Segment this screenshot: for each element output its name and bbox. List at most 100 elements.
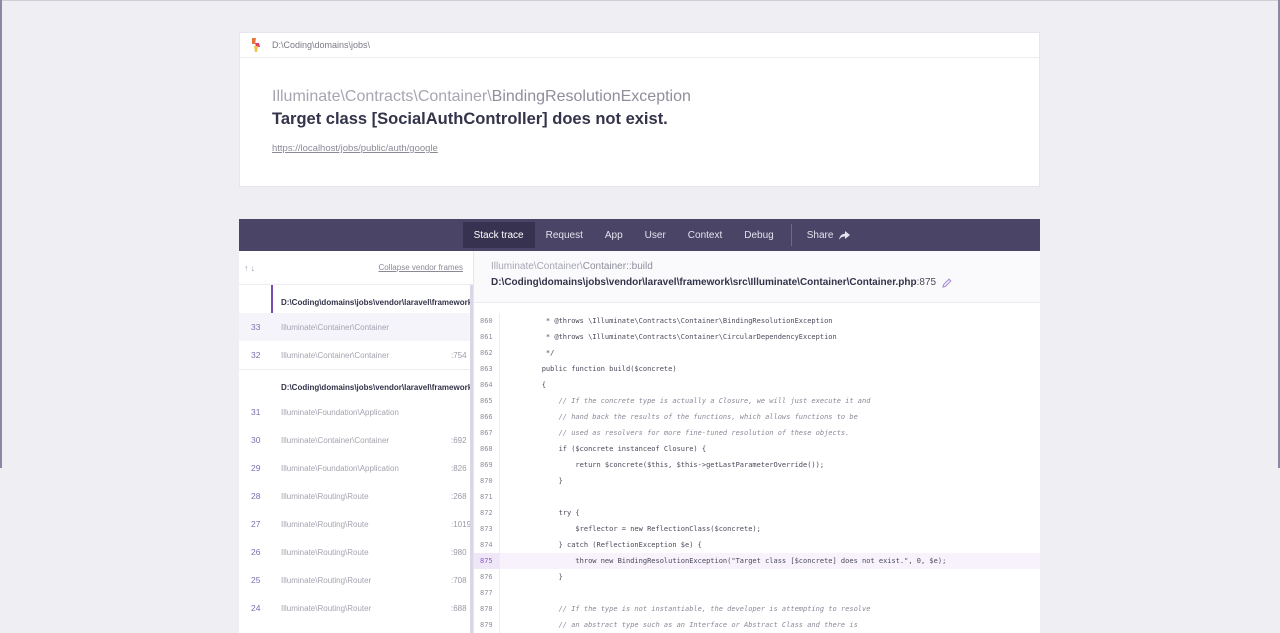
code-line: 878 // If the type is not instantiable, … (474, 601, 1040, 617)
line-number[interactable]: 872 (474, 505, 500, 521)
line-source: throw new BindingResolutionException("Ta… (508, 557, 947, 565)
tab-debug[interactable]: Debug (733, 222, 784, 248)
share-button[interactable]: Share (796, 222, 862, 248)
line-number[interactable]: 860 (474, 313, 500, 329)
code-line: 861 * @throws \Illuminate\Contracts\Cont… (474, 329, 1040, 345)
stack-frame-31[interactable]: 31 Illuminate\Foundation\Application (239, 398, 473, 426)
line-number[interactable]: 873 (474, 521, 500, 537)
ignition-logo-icon (252, 38, 260, 52)
code-line: 876 } (474, 569, 1040, 585)
frame-number: 30 (251, 435, 261, 445)
line-source: // used as resolvers for more fine-tuned… (508, 429, 850, 437)
frame-group-application: D:\Coding\domains\jobs\vendor\laravel\fr… (239, 370, 473, 633)
stack-frame-24[interactable]: 24 Illuminate\Routing\Router:688 (239, 594, 473, 622)
frame-file: D:\Coding\domains\jobs\vendor\laravel\fr… (491, 277, 1040, 288)
line-source: } (508, 477, 563, 485)
line-number[interactable]: 862 (474, 345, 500, 361)
frame-group-file: D:\Coding\domains\jobs\vendor\laravel\fr… (281, 298, 473, 307)
line-number[interactable]: 861 (474, 329, 500, 345)
project-path: D:\Coding\domains\jobs\ (272, 40, 371, 50)
frame-number: 29 (251, 463, 261, 473)
frame-line: :826 (451, 463, 467, 473)
line-source: // If the type is not instantiable, the … (508, 605, 871, 613)
frame-method-namespace: Illuminate\Container\ (491, 261, 583, 272)
frame-group-container: D:\Coding\domains\jobs\vendor\laravel\fr… (239, 285, 473, 370)
frame-class: Illuminate\Container\Container (281, 322, 390, 332)
path-bar: D:\Coding\domains\jobs\ (240, 33, 1039, 58)
frame-class: Illuminate\Routing\Route (281, 519, 369, 529)
code-line: 871 (474, 489, 1040, 505)
stack-frame-32[interactable]: 32 Illuminate\Container\Container :754 (239, 341, 473, 369)
line-source: * @throws \Illuminate\Contracts\Containe… (508, 317, 833, 325)
frame-line: :708 (451, 575, 467, 585)
edit-pencil-icon[interactable] (942, 277, 952, 288)
share-arrow-icon (839, 230, 851, 240)
frame-class: Illuminate\Container\Container (281, 435, 390, 445)
stack-frame-26[interactable]: 26 Illuminate\Routing\Route:980 (239, 538, 473, 566)
tab-user[interactable]: User (634, 222, 677, 248)
frame-class: Illuminate\Routing\Route (281, 491, 369, 501)
line-number[interactable]: 879 (474, 617, 500, 633)
frame-class: Illuminate\Routing\Router (281, 575, 372, 585)
share-label: Share (806, 229, 834, 241)
tab-stack-trace[interactable]: Stack trace (462, 222, 535, 248)
tab-app[interactable]: App (594, 222, 634, 248)
collapse-vendor-frames-link[interactable]: Collapse vendor frames (379, 263, 463, 272)
line-number[interactable]: 866 (474, 409, 500, 425)
exception-namespace: Illuminate\Contracts\Container\ (272, 88, 492, 105)
stack-frame-27[interactable]: 27 Illuminate\Routing\Route:1019 (239, 510, 473, 538)
stack-frame-23[interactable]: 23Illuminate\Routing\Router:672 (239, 622, 473, 633)
frame-line: :268 (451, 491, 467, 501)
tab-request[interactable]: Request (535, 222, 594, 248)
code-line: 877 (474, 585, 1040, 601)
request-url-link[interactable]: https://localhost/jobs/public/auth/googl… (272, 143, 438, 154)
code-line: 862 */ (474, 345, 1040, 361)
stack-frame-33[interactable]: 33 Illuminate\Container\Container (239, 313, 473, 341)
line-number[interactable]: 878 (474, 601, 500, 617)
line-number[interactable]: 870 (474, 473, 500, 489)
frame-line: :688 (451, 603, 467, 613)
line-source: public function build($concrete) (508, 365, 677, 373)
frame-class: Illuminate\Foundation\Application (281, 463, 399, 473)
line-number[interactable]: 875 (474, 553, 500, 569)
frame-number: 33 (251, 322, 261, 332)
frame-file-line: :875 (916, 277, 937, 288)
tab-bar: Stack trace Request App User Context Deb… (239, 219, 1040, 251)
tab-context[interactable]: Context (677, 222, 733, 248)
frame-number: 31 (251, 407, 261, 417)
line-source: return $concrete($this, $this->getLastPa… (508, 461, 825, 469)
line-number[interactable]: 864 (474, 377, 500, 393)
line-number[interactable]: 867 (474, 425, 500, 441)
code-line: 863 public function build($concrete) (474, 361, 1040, 377)
sort-arrows-icon[interactable]: ↑↓ (244, 263, 257, 273)
line-source: { (508, 381, 546, 389)
window-left-edge (0, 0, 2, 468)
line-number[interactable]: 876 (474, 569, 500, 585)
line-number[interactable]: 874 (474, 537, 500, 553)
code-line: 865 // If the concrete type is actually … (474, 393, 1040, 409)
stack-frame-30[interactable]: 30 Illuminate\Container\Container:692 (239, 426, 473, 454)
exception-class: Illuminate\Contracts\Container\BindingRe… (272, 88, 691, 106)
line-source: // an abstract type such as an Interface… (508, 621, 858, 629)
line-number[interactable]: 865 (474, 393, 500, 409)
sidebar-scrollbar[interactable] (470, 285, 473, 633)
stack-frame-25[interactable]: 25 Illuminate\Routing\Router:708 (239, 566, 473, 594)
frame-class: Illuminate\Routing\Route (281, 547, 369, 557)
frame-class: Illuminate\Routing\Router (281, 603, 372, 613)
line-number[interactable]: 863 (474, 361, 500, 377)
frame-file-path: D:\Coding\domains\jobs\vendor\laravel\fr… (491, 277, 917, 288)
code-line: 879 // an abstract type such as an Inter… (474, 617, 1040, 633)
code-line: 860 * @throws \Illuminate\Contracts\Cont… (474, 313, 1040, 329)
line-number[interactable]: 869 (474, 457, 500, 473)
frame-number: 28 (251, 491, 261, 501)
stack-frame-28[interactable]: 28 Illuminate\Routing\Route :268 (239, 482, 473, 510)
line-number[interactable]: 868 (474, 441, 500, 457)
window-top-edge (0, 0, 1280, 1)
line-number[interactable]: 877 (474, 585, 500, 601)
line-source: */ (508, 349, 555, 357)
code-line: 864 { (474, 377, 1040, 393)
line-source: } catch (ReflectionException $e) { (508, 541, 702, 549)
line-number[interactable]: 871 (474, 489, 500, 505)
line-source: try { (508, 509, 580, 517)
stack-frame-29[interactable]: 29 Illuminate\Foundation\Application :826 (239, 454, 473, 482)
